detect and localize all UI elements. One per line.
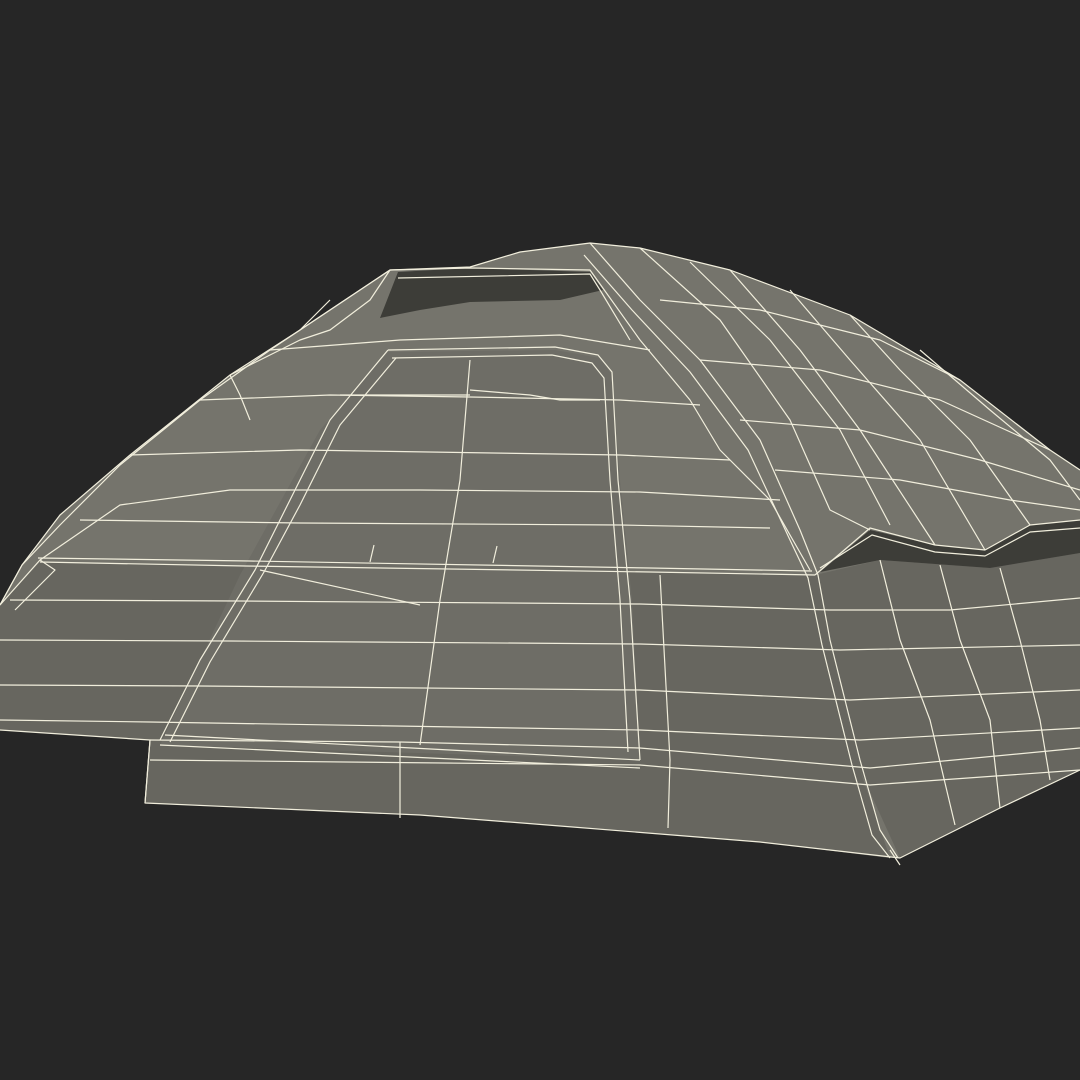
tent-wireframe-model [0,242,1080,866]
render-viewport [0,0,1080,1080]
